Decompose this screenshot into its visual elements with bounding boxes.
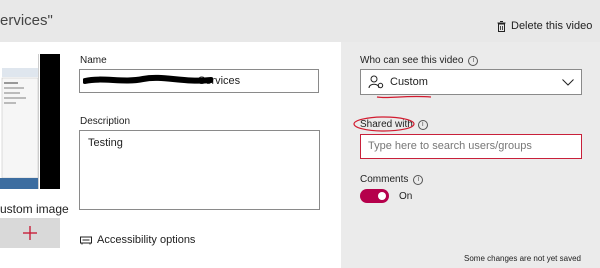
info-icon[interactable]: i [417, 119, 428, 130]
accessibility-options-label: Accessibility options [97, 234, 196, 246]
custom-image-label: ustom image [0, 202, 69, 216]
plus-icon [23, 226, 37, 240]
who-can-see-text: Who can see this video [360, 55, 464, 66]
visibility-value: Custom [390, 76, 428, 88]
thumbnail-letterbox [40, 54, 60, 189]
share-search-input[interactable]: Type here to search users/groups [360, 134, 582, 159]
trash-icon [497, 20, 506, 32]
accessibility-options-button[interactable]: Accessibility options [80, 234, 195, 246]
name-label: Name [80, 55, 107, 66]
thumbnail-image [0, 54, 38, 189]
comments-text: Comments [360, 174, 409, 185]
comments-state: On [399, 191, 413, 202]
who-can-see-label: Who can see this video i [360, 55, 479, 66]
visibility-select[interactable]: Custom [360, 69, 582, 95]
annotation-circle [353, 116, 415, 132]
unsaved-changes-note: Some changes are not yet saved [464, 254, 581, 263]
comments-toggle-knob [378, 192, 386, 200]
description-label: Description [80, 116, 131, 127]
redaction-scribble [83, 74, 213, 84]
chevron-down-icon [562, 78, 574, 86]
description-field[interactable]: Testing [79, 130, 320, 210]
annotation-underline [376, 95, 432, 99]
video-thumbnail[interactable] [0, 54, 39, 189]
add-custom-image-button[interactable] [0, 218, 60, 248]
delete-video-button[interactable]: Delete this video [497, 20, 592, 32]
video-title: ervices" [0, 12, 53, 29]
person-icon [368, 75, 384, 89]
delete-video-label: Delete this video [511, 20, 593, 32]
info-icon[interactable]: i [468, 55, 479, 66]
accessibility-icon [80, 236, 92, 245]
info-icon[interactable]: i [413, 174, 424, 185]
comments-label: Comments i [360, 174, 424, 185]
